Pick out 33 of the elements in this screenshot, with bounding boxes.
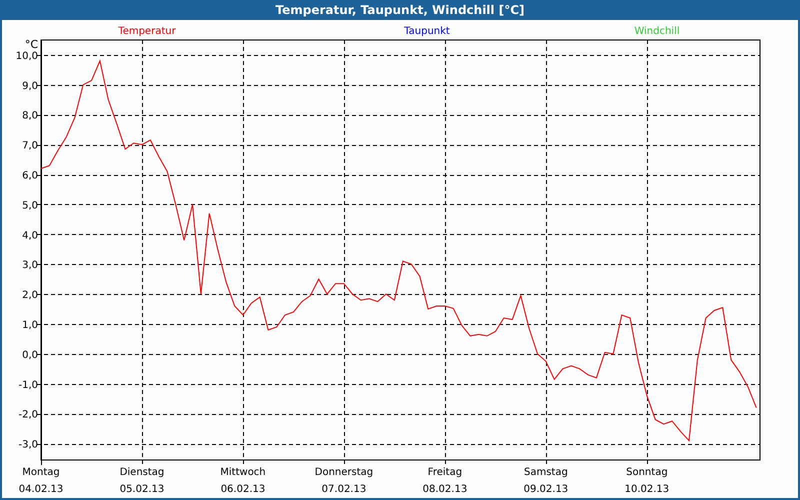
date-label: 08.02.13 [422, 484, 468, 495]
y-tick-label: 1,0 [22, 320, 38, 331]
window-title: Temperatur, Taupunkt, Windchill [°C] [274, 2, 526, 19]
day-label: Donnerstag [314, 467, 374, 478]
date-label: 04.02.13 [18, 484, 64, 495]
legend-label: Taupunkt [404, 26, 450, 37]
y-tick-label: 5,0 [22, 200, 38, 212]
date-label: 10.02.13 [624, 484, 670, 495]
date-label: 05.02.13 [120, 484, 164, 495]
y-tick-label: -3,0 [18, 440, 38, 451]
y-tick-label: 8,0 [22, 110, 38, 122]
day-label: Freitag [428, 467, 462, 478]
day-label: Sonntag [626, 467, 668, 478]
day-label: Mittwoch [220, 467, 266, 478]
day-label: Samstag [524, 467, 568, 478]
y-tick-label: 6,0 [22, 170, 38, 182]
y-tick-label: 10,0 [16, 50, 38, 62]
legend-label: Temperatur [118, 26, 176, 37]
axis-unit: °C [24, 38, 38, 51]
y-tick-label: 2,0 [22, 290, 38, 302]
y-tick-label: 3,0 [22, 260, 38, 272]
y-tick-label: -1,0 [18, 380, 38, 391]
date-label: 09.02.13 [524, 484, 568, 495]
day-label: Montag [22, 467, 60, 478]
date-label: 07.02.13 [322, 484, 366, 495]
legend-label: Windchill [634, 26, 680, 37]
day-label: Dienstag [120, 467, 164, 478]
y-tick-label: 4,0 [22, 230, 38, 242]
y-tick-label: 7,0 [22, 140, 38, 152]
y-tick-label: 0,0 [22, 350, 38, 361]
y-tick-label: 9,0 [22, 80, 38, 92]
y-tick-label: -2,0 [18, 410, 38, 421]
date-label: 06.02.13 [220, 484, 266, 495]
